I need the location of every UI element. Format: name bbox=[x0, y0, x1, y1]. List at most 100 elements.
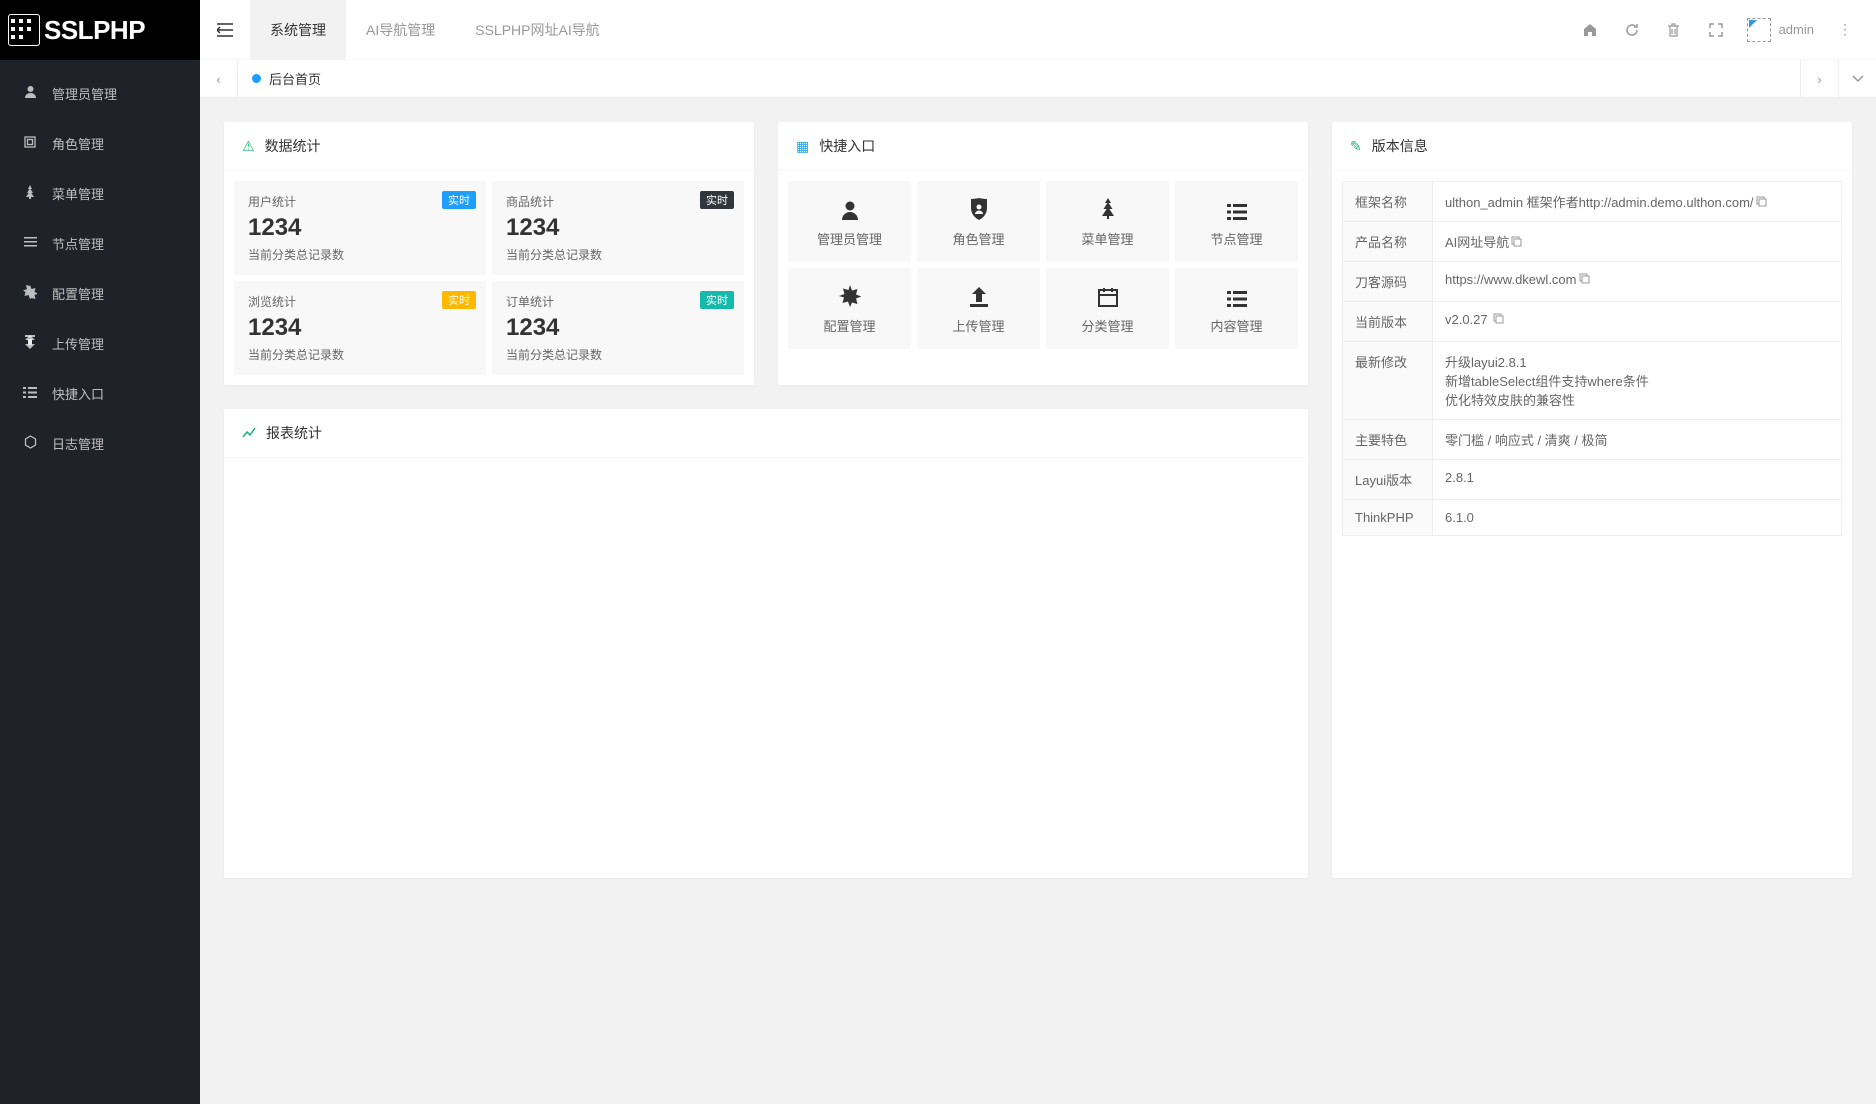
menu-label: 管理员管理 bbox=[52, 84, 117, 103]
menu-icon bbox=[20, 136, 40, 151]
version-key: 最新修改 bbox=[1343, 342, 1433, 420]
version-key: 产品名称 bbox=[1343, 222, 1433, 262]
copy-icon[interactable] bbox=[1756, 198, 1767, 210]
shortcut-icon bbox=[1046, 284, 1169, 316]
shortcut-2[interactable]: 菜单管理 bbox=[1046, 181, 1169, 262]
header-nav-2[interactable]: SSLPHP网址AI导航 bbox=[455, 0, 619, 60]
header-nav-0[interactable]: 系统管理 bbox=[250, 0, 346, 60]
user-menu[interactable]: admin bbox=[1737, 18, 1824, 42]
page-tab-0[interactable]: 后台首页 bbox=[238, 60, 335, 98]
header-nav-1[interactable]: AI导航管理 bbox=[346, 0, 455, 60]
menu-label: 上传管理 bbox=[52, 334, 104, 353]
copy-icon[interactable] bbox=[1579, 275, 1590, 287]
stat-0: 用户统计 1234 当前分类总记录数 实时 bbox=[234, 181, 486, 275]
shortcut-label: 菜单管理 bbox=[1081, 232, 1133, 247]
version-value: https://www.dkewl.com bbox=[1433, 262, 1842, 302]
shortcut-icon bbox=[917, 284, 1040, 316]
copy-icon[interactable] bbox=[1493, 315, 1504, 327]
shortcut-icon bbox=[917, 197, 1040, 229]
version-row: 刀客源码https://www.dkewl.com bbox=[1343, 262, 1842, 302]
stat-title: 商品统计 bbox=[506, 193, 730, 210]
stat-sub: 当前分类总记录数 bbox=[506, 346, 730, 363]
sidebar-item-1[interactable]: 角色管理 bbox=[0, 118, 200, 168]
version-key: ThinkPHP bbox=[1343, 500, 1433, 536]
stat-2: 浏览统计1234当前分类总记录数实时 bbox=[234, 281, 486, 375]
sidebar-item-5[interactable]: 上传管理 bbox=[0, 318, 200, 368]
tabs-prev-button[interactable]: ‹ bbox=[200, 60, 238, 98]
sidebar: SSLPHP 管理员管理角色管理菜单管理节点管理配置管理上传管理快捷入口日志管理 bbox=[0, 0, 200, 1104]
sidebar-item-7[interactable]: 日志管理 bbox=[0, 418, 200, 468]
shortcut-4[interactable]: 配置管理 bbox=[788, 268, 911, 349]
version-row: 产品名称 AI网址导航 bbox=[1343, 222, 1842, 262]
stat-badge: 实时 bbox=[442, 191, 476, 209]
stat-badge: 实时 bbox=[700, 291, 734, 309]
version-value: v2.0.27 bbox=[1433, 302, 1842, 342]
menu-label: 日志管理 bbox=[52, 434, 104, 453]
shortcut-label: 上传管理 bbox=[952, 319, 1004, 334]
tabs-more-button[interactable] bbox=[1838, 60, 1876, 98]
stats-title: 数据统计 bbox=[265, 136, 321, 156]
stat-num: 1234 bbox=[506, 314, 730, 342]
shortcut-card: ▦ 快捷入口 管理员管理 角色管理菜单管理 节点管理配置管理上传管理 分类管理 内容管理 bbox=[778, 122, 1308, 385]
shortcut-6[interactable]: 分类管理 bbox=[1046, 268, 1169, 349]
stats-icon: ⚠ bbox=[242, 138, 255, 155]
refresh-icon[interactable] bbox=[1611, 0, 1653, 60]
avatar-icon bbox=[1747, 18, 1771, 42]
shortcut-label: 内容管理 bbox=[1210, 319, 1262, 334]
version-link[interactable]: AI网址导航 bbox=[1445, 235, 1509, 250]
sidebar-item-0[interactable]: 管理员管理 bbox=[0, 68, 200, 118]
shortcut-0[interactable]: 管理员管理 bbox=[788, 181, 911, 262]
copy-icon[interactable] bbox=[1511, 238, 1522, 250]
stat-sub: 当前分类总记录数 bbox=[248, 346, 472, 363]
shortcut-7[interactable]: 内容管理 bbox=[1175, 268, 1298, 349]
shortcut-label: 分类管理 bbox=[1081, 319, 1133, 334]
shortcut-label: 管理员管理 bbox=[817, 232, 882, 247]
version-value: 6.1.0 bbox=[1433, 500, 1842, 536]
stat-num: 1234 bbox=[248, 314, 472, 342]
header: 系统管理AI导航管理SSLPHP网址AI导航 admin ⋮ bbox=[200, 0, 1876, 60]
fullscreen-icon[interactable] bbox=[1695, 0, 1737, 60]
sidebar-item-6[interactable]: 快捷入口 bbox=[0, 368, 200, 418]
chart-title: 报表统计 bbox=[266, 423, 322, 443]
shortcut-3[interactable]: 节点管理 bbox=[1175, 181, 1298, 262]
shortcut-1[interactable]: 角色管理 bbox=[917, 181, 1040, 262]
version-value: ulthon_admin 框架作者http://admin.demo.ultho… bbox=[1433, 182, 1842, 222]
version-link[interactable]: ulthon_admin 框架作者http://admin.demo.ultho… bbox=[1445, 195, 1754, 210]
version-row: 框架名称ulthon_admin 框架作者http://admin.demo.u… bbox=[1343, 182, 1842, 222]
menu-label: 配置管理 bbox=[52, 284, 104, 303]
menu-label: 角色管理 bbox=[52, 134, 104, 153]
sidebar-item-3[interactable]: 节点管理 bbox=[0, 218, 200, 268]
tabs-next-button[interactable]: › bbox=[1800, 60, 1838, 98]
stat-sub: 当前分类总记录数 bbox=[248, 246, 472, 263]
menu-label: 菜单管理 bbox=[52, 184, 104, 203]
sidebar-item-2[interactable]: 菜单管理 bbox=[0, 168, 200, 218]
stats-card: ⚠数据统计 用户统计1234当前分类总记录数实时商品统计1234当前分类总记录数… bbox=[224, 122, 754, 385]
shortcut-icon bbox=[1175, 284, 1298, 316]
chart-icon bbox=[242, 425, 256, 441]
stat-num: 1234 bbox=[506, 214, 730, 242]
trash-icon[interactable] bbox=[1653, 0, 1695, 60]
logo[interactable]: SSLPHP bbox=[0, 0, 200, 60]
stat-num: 1234 bbox=[248, 214, 472, 242]
menu-label: 快捷入口 bbox=[52, 384, 104, 403]
logo-icon bbox=[8, 14, 40, 46]
version-key: 主要特色 bbox=[1343, 420, 1433, 460]
tab-label: 后台首页 bbox=[269, 69, 321, 88]
shortcut-title: 快捷入口 bbox=[819, 136, 875, 156]
shortcut-5[interactable]: 上传管理 bbox=[917, 268, 1040, 349]
stat-title: 订单统计 bbox=[506, 293, 730, 310]
stat-title: 浏览统计 bbox=[248, 293, 472, 310]
version-row: 主要特色零门槛 / 响应式 / 清爽 / 极简 bbox=[1343, 420, 1842, 460]
shortcut-label: 节点管理 bbox=[1210, 232, 1262, 247]
menu-icon bbox=[20, 435, 40, 452]
home-icon[interactable] bbox=[1569, 0, 1611, 60]
sidebar-item-4[interactable]: 配置管理 bbox=[0, 268, 200, 318]
menu-toggle-button[interactable] bbox=[200, 0, 250, 60]
version-link[interactable]: https://www.dkewl.com bbox=[1445, 272, 1577, 287]
more-icon[interactable]: ⋮ bbox=[1824, 0, 1866, 60]
shortcut-icon: ▦ bbox=[796, 138, 809, 155]
stat-sub: 当前分类总记录数 bbox=[506, 246, 730, 263]
page-tabs: ‹ 后台首页 › bbox=[200, 60, 1876, 98]
menu-icon bbox=[20, 185, 40, 202]
stat-title: 用户统计 bbox=[248, 193, 472, 210]
